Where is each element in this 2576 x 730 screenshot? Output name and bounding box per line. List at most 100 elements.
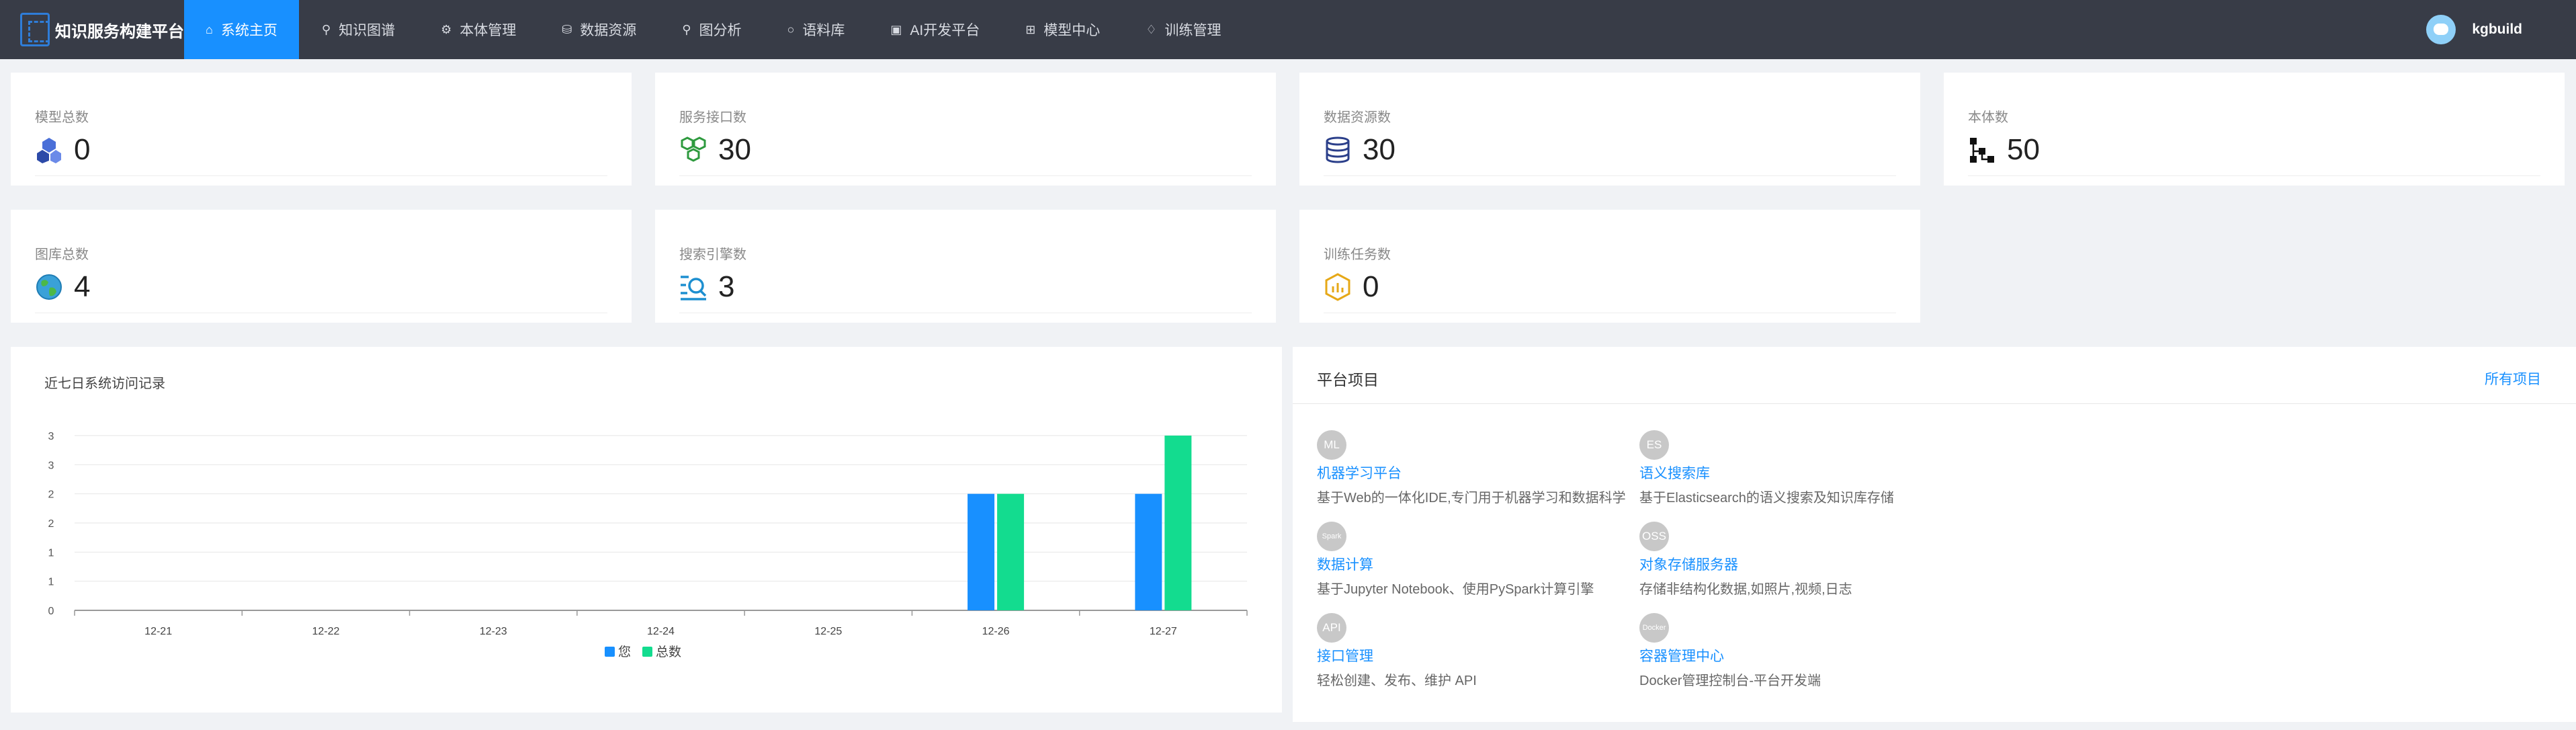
project-desc: 基于Web的一体化IDE,专门用于机器学习和数据科学 (1317, 491, 1626, 505)
projects-header: 平台项目 所有项目 (1293, 347, 2576, 404)
project-desc: 基于Jupyter Notebook、使用PySpark计算引擎 (1317, 582, 1594, 597)
x-tick-label: 12-24 (647, 626, 675, 637)
project-badge: API (1317, 613, 1346, 643)
projects-title: 平台项目 (1317, 371, 1379, 389)
stat-value: 30 (718, 133, 751, 166)
y-tick-label: 1 (48, 547, 54, 559)
legend-swatch (605, 647, 615, 657)
ontology-icon: ⚙ (441, 22, 452, 36)
project-desc: Docker管理控制台-平台开发端 (1639, 674, 1821, 688)
nav-item-ai-platform[interactable]: ▣ AI开发平台 (867, 0, 1002, 59)
project-desc: 存储非结构化数据,如照片,视频,日志 (1639, 582, 1852, 597)
project-badge: OSS (1639, 522, 1669, 551)
user-menu[interactable]: kgbuild (2426, 0, 2522, 59)
stat-title: 搜索引擎数 (679, 247, 746, 262)
project-item-docker[interactable]: Docker 容器管理中心 Docker管理控制台-平台开发端 (1639, 613, 1962, 689)
nav-item-label: 本体管理 (460, 23, 517, 38)
y-tick-label: 2 (48, 518, 54, 530)
grid-icon: ⊞ (1025, 22, 1036, 36)
chart-icon: ▣ (890, 22, 902, 36)
project-name-link[interactable]: 机器学习平台 (1317, 462, 1639, 483)
bar-12-27-总数 (1164, 436, 1192, 610)
nav-item-label: 模型中心 (1043, 23, 1101, 38)
globe-icon (36, 274, 62, 300)
x-tick-label: 12-21 (144, 626, 172, 637)
x-tick-label: 12-22 (312, 626, 339, 637)
stat-title: 服务接口数 (679, 110, 746, 125)
x-tick-label: 12-23 (480, 626, 507, 637)
app-logo[interactable]: 知识服务构建平台 (0, 0, 184, 59)
divider (1324, 175, 1896, 176)
logo-icon (20, 13, 50, 46)
x-tick-label: 12-25 (814, 626, 842, 637)
stat-card-service-apis: 服务接口数 30 (655, 73, 1276, 186)
stat-value: 4 (74, 270, 91, 303)
nav-item-knowledge-graph[interactable]: ⚲ 知识图谱 (299, 0, 418, 59)
stat-title: 图库总数 (35, 247, 89, 262)
project-item-es[interactable]: ES 语义搜索库 基于Elasticsearch的语义搜索及知识库存储 (1639, 430, 1962, 506)
project-name-link[interactable]: 对象存储服务器 (1639, 554, 1962, 574)
project-badge: ML (1317, 430, 1346, 460)
divider (1968, 175, 2540, 176)
cubes-icon (37, 138, 61, 163)
project-item-api[interactable]: API 接口管理 轻松创建、发布、维护 API (1317, 613, 1639, 689)
project-badge: ES (1639, 430, 1669, 460)
nav-item-label: 语料库 (802, 23, 845, 38)
y-tick-label: 3 (48, 431, 54, 442)
stat-title: 数据资源数 (1324, 110, 1391, 125)
stat-title: 模型总数 (35, 110, 89, 125)
nav-item-model-center[interactable]: ⊞ 模型中心 (1002, 0, 1123, 59)
top-navbar: 知识服务构建平台 ⌂ 系统主页 ⚲ 知识图谱 ⚙ 本体管理 ⛁ 数据资源 ⚲ 图… (0, 0, 2576, 59)
nav-item-graph-analysis[interactable]: ⚲ 图分析 (659, 0, 764, 59)
database-icon (1326, 136, 1350, 163)
y-tick-label: 2 (48, 489, 54, 501)
home-icon: ⌂ (206, 22, 213, 36)
nav-item-label: AI开发平台 (910, 23, 980, 38)
project-name-link[interactable]: 数据计算 (1317, 554, 1639, 574)
project-name-link[interactable]: 语义搜索库 (1639, 462, 1962, 483)
projects-panel: 平台项目 所有项目 ML 机器学习平台 基于Web的一体化IDE,专门用于机器学… (1293, 347, 2576, 722)
chart-legend: 您 总数 (605, 645, 681, 659)
project-item-oss[interactable]: OSS 对象存储服务器 存储非结构化数据,如照片,视频,日志 (1639, 522, 1962, 598)
stat-value: 50 (2007, 133, 2040, 166)
legend-label: 您 (618, 645, 631, 659)
divider (679, 175, 1252, 176)
nav-item-corpus[interactable]: ○ 语料库 (764, 0, 867, 59)
bar-12-27-您 (1135, 493, 1162, 610)
y-tick-label: 0 (48, 606, 54, 617)
divider (35, 175, 607, 176)
all-projects-link[interactable]: 所有项目 (2485, 368, 2541, 389)
stat-card-data-resources: 数据资源数 30 (1299, 73, 1920, 186)
bar-12-26-您 (968, 493, 995, 610)
project-desc: 轻松创建、发布、维护 API (1317, 674, 1477, 688)
y-tick-label: 3 (48, 460, 54, 471)
project-name-link[interactable]: 容器管理中心 (1639, 645, 1962, 665)
stat-value: 0 (1363, 270, 1379, 303)
nav-item-ontology[interactable]: ⚙ 本体管理 (418, 0, 539, 59)
stat-title: 本体数 (1968, 110, 2008, 125)
hierarchy-icon (1970, 138, 1994, 163)
nav-item-label: 训练管理 (1164, 23, 1221, 38)
bar-12-26-总数 (997, 493, 1025, 610)
nav-item-label: 知识图谱 (339, 23, 396, 38)
stat-card-graph-dbs: 图库总数 4 (11, 210, 632, 323)
y-axis-ticks: 0 1 1 2 2 3 3 (48, 431, 54, 617)
project-item-spark[interactable]: Spark 数据计算 基于Jupyter Notebook、使用PySpark计… (1317, 522, 1639, 598)
nav-item-label: 数据资源 (580, 23, 637, 38)
project-badge: Docker (1639, 613, 1669, 643)
hexagon-chart-icon (1325, 273, 1350, 301)
nav-item-label: 系统主页 (220, 23, 277, 38)
analysis-icon: ⚲ (682, 22, 691, 36)
nav-item-training[interactable]: ♢ 训练管理 (1123, 0, 1244, 59)
username: kgbuild (2472, 22, 2522, 37)
chart-grid (75, 435, 1247, 611)
legend-label: 总数 (656, 645, 681, 659)
stat-card-search-engines: 搜索引擎数 3 (655, 210, 1276, 323)
app-title: 知识服务构建平台 (55, 22, 184, 41)
project-item-ml[interactable]: ML 机器学习平台 基于Web的一体化IDE,专门用于机器学习和数据科学 (1317, 430, 1639, 506)
data-icon: ⛁ (562, 22, 572, 36)
nav-item-home[interactable]: ⌂ 系统主页 (184, 0, 299, 59)
project-name-link[interactable]: 接口管理 (1317, 645, 1639, 665)
nav-item-data-resources[interactable]: ⛁ 数据资源 (539, 0, 659, 59)
project-desc: 基于Elasticsearch的语义搜索及知识库存储 (1639, 491, 1894, 505)
